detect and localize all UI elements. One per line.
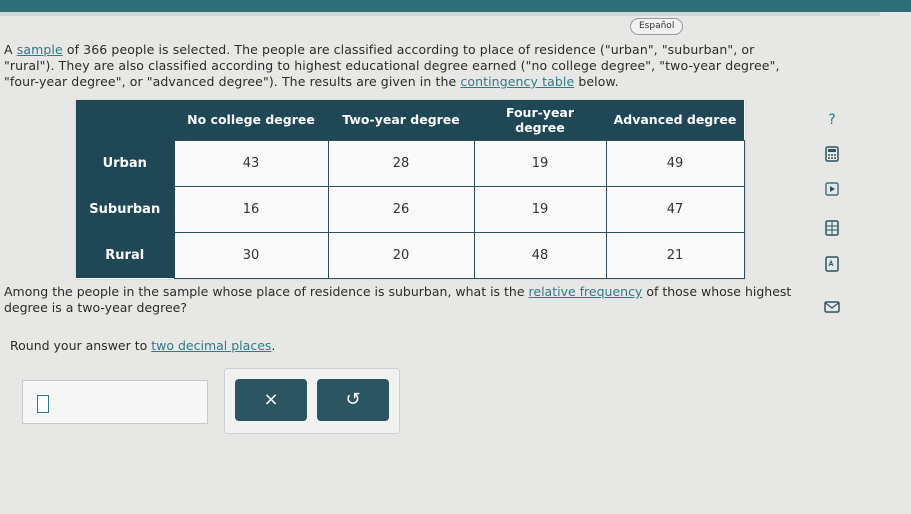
table-cell: 16 (173, 185, 329, 233)
row-header-suburban: Suburban (76, 186, 174, 232)
col-header-four-year: Four-year degree (474, 100, 606, 140)
table-cell: 30 (173, 231, 329, 279)
two-decimal-places-link[interactable]: two decimal places (151, 338, 271, 353)
top-bar-shadow (0, 12, 880, 16)
table-cell: 19 (473, 185, 607, 233)
clear-button[interactable]: × (235, 379, 307, 421)
col-header-no-college: No college degree (174, 100, 328, 140)
table-cell: 47 (605, 185, 745, 233)
contingency-table: No college degree Two-year degree Four-y… (76, 100, 745, 279)
table-cell: 21 (605, 231, 745, 279)
round-end: . (271, 338, 276, 353)
table-header-row: No college degree Two-year degree Four-y… (76, 100, 744, 140)
sample-link[interactable]: sample (17, 42, 63, 57)
table-cell: 28 (327, 139, 475, 187)
problem-text-1: A (4, 42, 17, 57)
play-icon[interactable] (822, 182, 842, 202)
undo-button[interactable]: ↺ (317, 379, 389, 421)
round-text: Round your answer to (10, 338, 152, 353)
table-cell: 19 (473, 139, 607, 187)
problem-statement: A sample of 366 people is selected. The … (4, 42, 794, 90)
problem-text-2: of 366 people is selected. The people ar… (4, 42, 780, 89)
question-text-1: Among the people in the sample whose pla… (4, 284, 529, 299)
answer-buttons: × ↺ (224, 368, 400, 434)
table-row: Urban 43 28 19 49 (76, 139, 745, 187)
problem-text-3: below. (574, 74, 619, 89)
dictionary-icon[interactable] (822, 256, 842, 276)
answer-area (22, 380, 208, 424)
table-row: Suburban 16 26 19 47 (76, 185, 745, 233)
row-header-rural: Rural (76, 232, 174, 278)
relative-frequency-link[interactable]: relative frequency (529, 284, 643, 299)
table-cell: 26 (327, 185, 475, 233)
help-icon[interactable]: ? (822, 110, 842, 130)
contingency-table-link[interactable]: contingency table (460, 74, 574, 89)
row-header-urban: Urban (76, 140, 174, 186)
col-header-two-year: Two-year degree (328, 100, 474, 140)
grid-icon[interactable] (822, 220, 842, 240)
answer-input[interactable] (37, 395, 49, 413)
table-cell: 20 (327, 231, 475, 279)
col-header-advanced: Advanced degree (606, 100, 744, 140)
top-bar (0, 0, 911, 12)
rounding-instruction: Round your answer to two decimal places. (10, 338, 275, 353)
table-corner (76, 100, 174, 140)
mail-icon[interactable] (822, 300, 842, 320)
table-cell: 48 (473, 231, 607, 279)
table-row: Rural 30 20 48 21 (76, 231, 745, 279)
language-button[interactable]: Español (630, 18, 684, 35)
table-cell: 49 (605, 139, 745, 187)
table-cell: 43 (173, 139, 329, 187)
calculator-icon[interactable] (822, 146, 842, 166)
question-text: Among the people in the sample whose pla… (4, 284, 814, 316)
